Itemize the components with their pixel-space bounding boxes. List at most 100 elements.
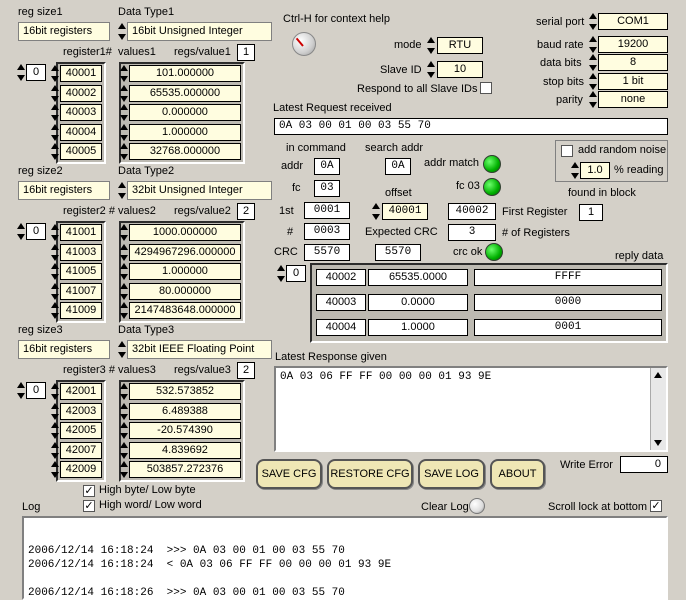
parity-arrows[interactable] [589,91,597,108]
respond-all-checkbox[interactable] [480,82,492,94]
value-cell[interactable]: 1.000000 [129,263,241,280]
data-type-arrows[interactable] [118,23,126,40]
value-cell[interactable]: 4294967296.000000 [129,243,241,261]
baud-rate-arrows[interactable] [589,36,597,53]
value-arrows[interactable] [120,402,128,420]
save-cfg-button[interactable]: SAVE CFG [256,459,322,489]
register-cell[interactable]: 42003 [60,402,102,420]
high-byte-checkbox[interactable]: ✓ [83,485,95,497]
register-arrows[interactable] [51,461,59,478]
value-arrows[interactable] [120,441,128,459]
value-arrows[interactable] [120,65,128,82]
reply-index-arrows[interactable] [277,265,285,282]
data-type-select[interactable]: 32bit Unsigned Integer [127,181,272,200]
value-arrows[interactable] [120,263,128,280]
value-arrows[interactable] [120,104,128,121]
register-cell[interactable]: 42007 [60,441,102,459]
value-arrows[interactable] [120,224,128,241]
register-arrows[interactable] [51,65,59,82]
register-arrows[interactable] [51,282,59,300]
register-cell[interactable]: 42001 [60,383,102,400]
offset-arrows[interactable] [372,203,380,220]
register-arrows[interactable] [51,441,59,459]
slave-id-input[interactable]: 10 [437,61,483,78]
high-word-checkbox[interactable]: ✓ [83,500,95,512]
register-cell[interactable]: 41009 [60,302,102,319]
register-arrows[interactable] [51,104,59,121]
value-cell[interactable]: 65535.000000 [129,84,241,102]
reg-size-select[interactable]: 16bit registers [18,22,110,41]
log-textarea[interactable]: 2006/12/14 16:18:24 >>> 0A 03 00 01 00 0… [22,516,668,600]
data-type-select[interactable]: 16bit Unsigned Integer [127,22,272,41]
value-cell[interactable]: 101.000000 [129,65,241,82]
clear-log-knob-icon[interactable] [469,498,485,514]
stop-bits-arrows[interactable] [589,73,597,90]
register-cell[interactable]: 41005 [60,263,102,280]
group-index-input[interactable]: 0 [26,223,46,240]
restore-cfg-button[interactable]: RESTORE CFG [327,459,413,489]
save-log-button[interactable]: SAVE LOG [418,459,485,489]
value-arrows[interactable] [120,84,128,102]
latest-response-textarea[interactable]: 0A 03 06 FF FF 00 00 00 01 93 9E [274,366,668,452]
value-cell[interactable]: 503857.272376 [129,461,241,478]
register-arrows[interactable] [51,402,59,420]
data-type-select[interactable]: 32bit IEEE Floating Point [127,340,272,359]
group-index-input[interactable]: 0 [26,382,46,399]
reg-size-select[interactable]: 16bit registers [18,340,110,359]
group-index-arrows[interactable] [17,64,25,81]
scroll-up-icon[interactable] [654,372,662,378]
offset-input[interactable]: 40001 [382,203,428,220]
register-cell[interactable]: 40004 [60,123,102,141]
response-scrollbar[interactable] [650,368,666,450]
data-type-arrows[interactable] [118,182,126,199]
register-arrows[interactable] [51,243,59,261]
register-arrows[interactable] [51,143,59,160]
reply-index-input[interactable]: 0 [286,265,306,282]
value-cell[interactable]: 32768.000000 [129,143,241,160]
noise-arrows[interactable] [571,162,579,179]
value-cell[interactable]: 1.000000 [129,123,241,141]
mode-ring-arrows[interactable] [427,37,435,54]
data-bits-arrows[interactable] [589,54,597,71]
register-arrows[interactable] [51,123,59,141]
value-arrows[interactable] [120,461,128,478]
group-index-arrows[interactable] [17,382,25,399]
data-bits-select[interactable]: 8 [598,54,668,71]
regs-per-value-field[interactable]: 1 [237,44,255,61]
value-arrows[interactable] [120,143,128,160]
value-cell[interactable]: 1000.000000 [129,224,241,241]
random-noise-checkbox[interactable] [561,145,573,157]
register-cell[interactable]: 41007 [60,282,102,300]
register-arrows[interactable] [51,263,59,280]
register-cell[interactable]: 40005 [60,143,102,160]
value-arrows[interactable] [120,302,128,319]
value-arrows[interactable] [120,123,128,141]
register-cell[interactable]: 41003 [60,243,102,261]
slave-id-arrows[interactable] [427,61,435,78]
value-cell[interactable]: 80.000000 [129,282,241,300]
value-cell[interactable]: 532.573852 [129,383,241,400]
reg-size-select[interactable]: 16bit registers [18,181,110,200]
scroll-lock-checkbox[interactable]: ✓ [650,500,662,512]
group-index-input[interactable]: 0 [26,64,46,81]
regs-per-value-field[interactable]: 2 [237,362,255,379]
about-button[interactable]: ABOUT [490,459,545,489]
value-arrows[interactable] [120,282,128,300]
help-knob-icon[interactable] [292,32,316,56]
value-cell[interactable]: 2147483648.000000 [129,302,241,319]
scroll-down-icon[interactable] [654,440,662,446]
register-arrows[interactable] [51,383,59,400]
value-cell[interactable]: 4.839692 [129,441,241,459]
serial-port-arrows[interactable] [589,13,597,30]
register-arrows[interactable] [51,302,59,319]
register-cell[interactable]: 40002 [60,84,102,102]
register-cell[interactable]: 40001 [60,65,102,82]
register-cell[interactable]: 42005 [60,422,102,439]
regs-per-value-field[interactable]: 2 [237,203,255,220]
value-arrows[interactable] [120,243,128,261]
value-cell[interactable]: 0.000000 [129,104,241,121]
value-arrows[interactable] [120,383,128,400]
stop-bits-select[interactable]: 1 bit [598,73,668,90]
data-type-arrows[interactable] [118,341,126,358]
baud-rate-select[interactable]: 19200 [598,36,668,53]
